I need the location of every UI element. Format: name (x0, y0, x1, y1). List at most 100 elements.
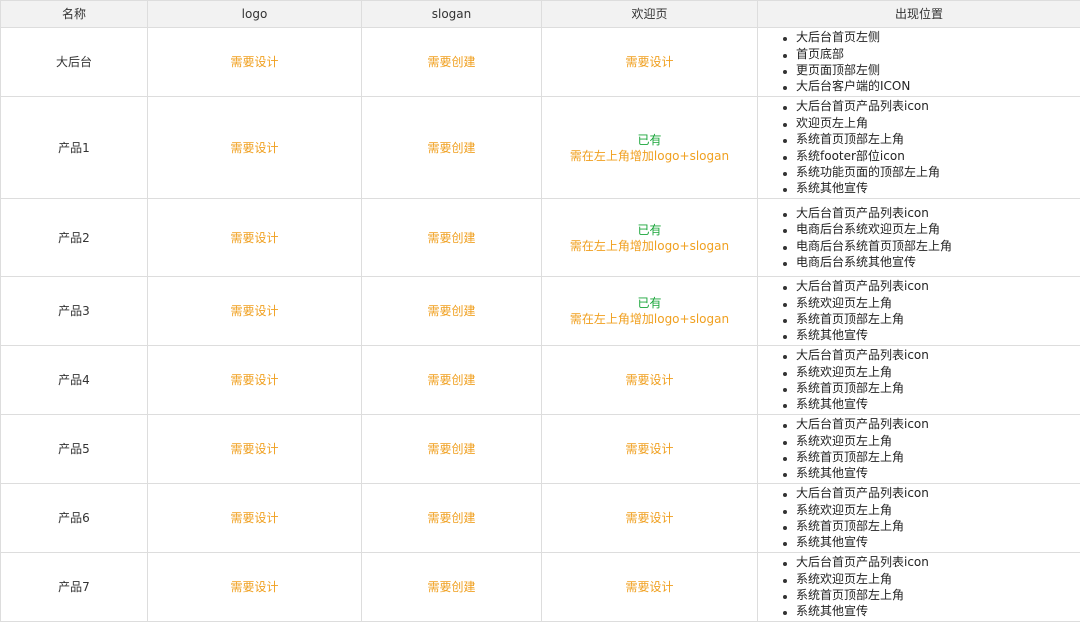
header-slogan: slogan (361, 0, 542, 28)
location-item: 电商后台系统其他宣传 (780, 254, 1080, 270)
header-logo: logo (147, 0, 362, 28)
cell-logo-status: 需要设计 (147, 552, 362, 622)
location-item: 系统footer部位icon (780, 148, 1080, 164)
location-item: 更页面顶部左侧 (780, 62, 1080, 78)
cell-name: 大后台 (0, 27, 148, 97)
location-item: 首页底部 (780, 46, 1080, 62)
cell-locations: 大后台首页左侧 首页底部 更页面顶部左侧 大后台客户端的ICON (757, 27, 1080, 97)
welcome-existing-label: 已有 (637, 222, 662, 237)
location-item: 系统首页顶部左上角 (780, 311, 1080, 327)
header-welcome: 欢迎页 (541, 0, 758, 28)
cell-locations: 大后台首页产品列表icon 系统欢迎页左上角 系统首页顶部左上角 系统其他宣传 (757, 552, 1080, 622)
table-row: 产品3 需要设计 需要创建 已有 需在左上角增加logo+slogan 大后台首… (0, 276, 1080, 346)
welcome-todo-note: 需在左上角增加logo+slogan (569, 238, 730, 253)
location-item: 系统其他宣传 (780, 534, 1080, 550)
location-item: 欢迎页左上角 (780, 115, 1080, 131)
cell-welcome-status: 需要设计 (541, 483, 758, 553)
location-item: 系统欢迎页左上角 (780, 571, 1080, 587)
location-item: 系统欢迎页左上角 (780, 502, 1080, 518)
table-row: 大后台 需要设计 需要创建 需要设计 大后台首页左侧 首页底部 更页面顶部左侧 … (0, 27, 1080, 97)
location-list: 大后台首页产品列表icon 系统欢迎页左上角 系统首页顶部左上角 系统其他宣传 (780, 485, 1080, 551)
location-item: 系统功能页面的顶部左上角 (780, 164, 1080, 180)
table-row: 产品2 需要设计 需要创建 已有 需在左上角增加logo+slogan 大后台首… (0, 198, 1080, 277)
welcome-todo-note: 需在左上角增加logo+slogan (569, 148, 730, 163)
location-item: 系统首页顶部左上角 (780, 449, 1080, 465)
location-list: 大后台首页产品列表icon 系统欢迎页左上角 系统首页顶部左上角 系统其他宣传 (780, 416, 1080, 482)
location-item: 系统其他宣传 (780, 180, 1080, 196)
location-item: 系统首页顶部左上角 (780, 131, 1080, 147)
cell-slogan-status: 需要创建 (361, 552, 542, 622)
location-item: 系统其他宣传 (780, 465, 1080, 481)
cell-welcome-status: 已有 需在左上角增加logo+slogan (541, 276, 758, 346)
location-item: 系统首页顶部左上角 (780, 587, 1080, 603)
cell-welcome-status: 需要设计 (541, 345, 758, 415)
location-item: 大后台首页产品列表icon (780, 416, 1080, 432)
location-list: 大后台首页产品列表icon 系统欢迎页左上角 系统首页顶部左上角 系统其他宣传 (780, 347, 1080, 413)
cell-slogan-status: 需要创建 (361, 483, 542, 553)
table-row: 产品1 需要设计 需要创建 已有 需在左上角增加logo+slogan 大后台首… (0, 96, 1080, 199)
cell-name: 产品1 (0, 96, 148, 199)
header-row: 名称 logo slogan 欢迎页 出现位置 (0, 0, 1080, 28)
cell-logo-status: 需要设计 (147, 198, 362, 277)
cell-name: 产品4 (0, 345, 148, 415)
location-item: 系统首页顶部左上角 (780, 518, 1080, 534)
location-list: 大后台首页产品列表icon 系统欢迎页左上角 系统首页顶部左上角 系统其他宣传 (780, 278, 1080, 344)
location-list: 大后台首页产品列表icon 系统欢迎页左上角 系统首页顶部左上角 系统其他宣传 (780, 554, 1080, 620)
table-row: 产品6 需要设计 需要创建 需要设计 大后台首页产品列表icon 系统欢迎页左上… (0, 483, 1080, 553)
cell-welcome-status: 需要设计 (541, 552, 758, 622)
cell-logo-status: 需要设计 (147, 483, 362, 553)
welcome-existing-label: 已有 (637, 296, 662, 310)
cell-locations: 大后台首页产品列表icon 系统欢迎页左上角 系统首页顶部左上角 系统其他宣传 (757, 483, 1080, 553)
cell-welcome-status: 已有 需在左上角增加logo+slogan (541, 198, 758, 277)
table-row: 产品5 需要设计 需要创建 需要设计 大后台首页产品列表icon 系统欢迎页左上… (0, 414, 1080, 484)
location-item: 系统其他宣传 (780, 327, 1080, 343)
cell-locations: 大后台首页产品列表icon 系统欢迎页左上角 系统首页顶部左上角 系统其他宣传 (757, 276, 1080, 346)
location-item: 电商后台系统欢迎页左上角 (780, 221, 1080, 237)
brand-assets-table: 名称 logo slogan 欢迎页 出现位置 大后台 需要设计 需要创建 需要… (0, 0, 1080, 622)
location-item: 大后台首页左侧 (780, 29, 1080, 45)
location-item: 大后台首页产品列表icon (780, 554, 1080, 570)
welcome-existing-label: 已有 (637, 132, 662, 147)
location-list: 大后台首页产品列表icon 电商后台系统欢迎页左上角 电商后台系统首页顶部左上角… (780, 205, 1080, 271)
cell-name: 产品6 (0, 483, 148, 553)
cell-welcome-status: 已有 需在左上角增加logo+slogan (541, 96, 758, 199)
location-item: 大后台首页产品列表icon (780, 205, 1080, 221)
location-item: 系统欢迎页左上角 (780, 364, 1080, 380)
cell-name: 产品7 (0, 552, 148, 622)
cell-logo-status: 需要设计 (147, 414, 362, 484)
cell-name: 产品5 (0, 414, 148, 484)
location-item: 大后台首页产品列表icon (780, 347, 1080, 363)
location-item: 大后台首页产品列表icon (780, 98, 1080, 114)
table-row: 产品4 需要设计 需要创建 需要设计 大后台首页产品列表icon 系统欢迎页左上… (0, 345, 1080, 415)
cell-name: 产品2 (0, 198, 148, 277)
location-list: 大后台首页产品列表icon 欢迎页左上角 系统首页顶部左上角 系统footer部… (780, 98, 1080, 196)
cell-logo-status: 需要设计 (147, 27, 362, 97)
cell-locations: 大后台首页产品列表icon 欢迎页左上角 系统首页顶部左上角 系统footer部… (757, 96, 1080, 199)
cell-slogan-status: 需要创建 (361, 27, 542, 97)
cell-locations: 大后台首页产品列表icon 系统欢迎页左上角 系统首页顶部左上角 系统其他宣传 (757, 345, 1080, 415)
cell-logo-status: 需要设计 (147, 345, 362, 415)
header-location: 出现位置 (757, 0, 1080, 28)
table-row: 产品7 需要设计 需要创建 需要设计 大后台首页产品列表icon 系统欢迎页左上… (0, 552, 1080, 622)
location-item: 电商后台系统首页顶部左上角 (780, 238, 1080, 254)
cell-name: 产品3 (0, 276, 148, 346)
location-item: 系统欢迎页左上角 (780, 295, 1080, 311)
cell-welcome-status: 需要设计 (541, 27, 758, 97)
cell-logo-status: 需要设计 (147, 276, 362, 346)
location-item: 大后台首页产品列表icon (780, 278, 1080, 294)
header-name: 名称 (0, 0, 148, 28)
cell-locations: 大后台首页产品列表icon 系统欢迎页左上角 系统首页顶部左上角 系统其他宣传 (757, 414, 1080, 484)
location-item: 系统首页顶部左上角 (780, 380, 1080, 396)
location-item: 大后台客户端的ICON (780, 78, 1080, 94)
location-item: 系统其他宣传 (780, 396, 1080, 412)
cell-slogan-status: 需要创建 (361, 96, 542, 199)
location-item: 系统其他宣传 (780, 603, 1080, 619)
cell-welcome-status: 需要设计 (541, 414, 758, 484)
cell-slogan-status: 需要创建 (361, 276, 542, 346)
cell-slogan-status: 需要创建 (361, 345, 542, 415)
cell-logo-status: 需要设计 (147, 96, 362, 199)
cell-slogan-status: 需要创建 (361, 414, 542, 484)
welcome-todo-note: 需在左上角增加logo+slogan (569, 312, 730, 326)
location-list: 大后台首页左侧 首页底部 更页面顶部左侧 大后台客户端的ICON (780, 29, 1080, 95)
location-item: 大后台首页产品列表icon (780, 485, 1080, 501)
